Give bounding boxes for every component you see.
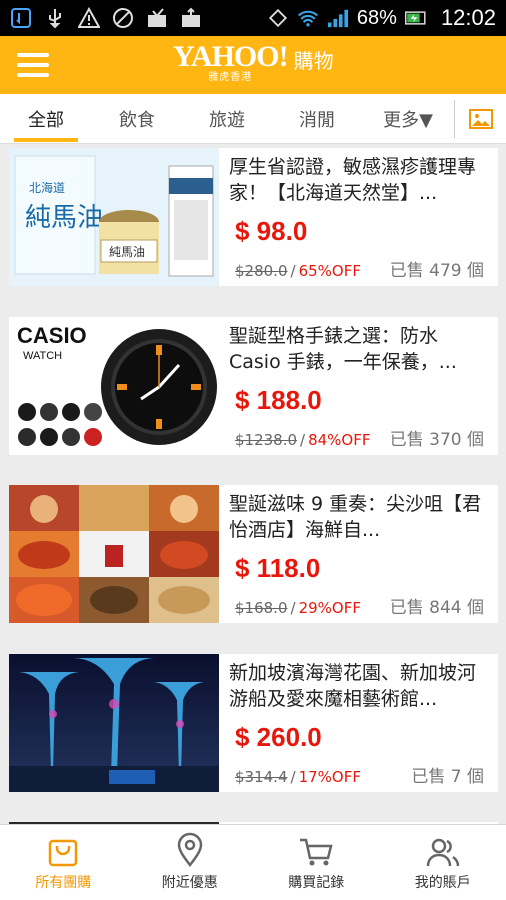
warning-icon bbox=[78, 7, 100, 29]
brand-name: YAHOO! bbox=[173, 40, 289, 73]
wifi-icon bbox=[297, 7, 319, 29]
image-icon bbox=[469, 109, 493, 129]
deal-thumbnail bbox=[9, 654, 219, 792]
tab-label: 更多▼ bbox=[383, 109, 433, 131]
deal-thumbnail: 北海道 純馬油 純馬油 bbox=[9, 148, 219, 286]
nav-label: 我的賬戶 bbox=[414, 875, 471, 891]
sold-count: 已售 844 個 bbox=[389, 598, 484, 618]
original-price: $1238.0 bbox=[235, 431, 298, 449]
cart-icon bbox=[300, 838, 333, 866]
discount-badge: 29%OFF bbox=[298, 599, 361, 617]
tab-leisure[interactable]: 消閒 bbox=[272, 94, 362, 144]
download-icon bbox=[146, 7, 168, 29]
nav-label: 所有團購 bbox=[35, 875, 92, 891]
location-pin-icon bbox=[177, 832, 203, 868]
deal-title: 聖誕滋味 9 重奏：尖沙咀【君怡酒店】海鮮自... bbox=[229, 493, 482, 541]
clock: 12:02 bbox=[440, 5, 496, 30]
account-icon bbox=[426, 838, 459, 867]
deal-thumbnail: CASIO WATCH bbox=[9, 317, 219, 455]
vibrate-icon bbox=[267, 7, 289, 29]
discount-badge: 17%OFF bbox=[298, 768, 361, 786]
deal-title: 聖誕型格手錶之選：防水Casio 手錶，一年保養，... bbox=[229, 325, 457, 373]
tab-divider bbox=[454, 100, 455, 138]
brand-subtitle: 雅虎香港 bbox=[208, 72, 253, 83]
deal-thumbnail bbox=[9, 485, 219, 623]
sold-count: 已售 479 個 bbox=[389, 261, 484, 281]
category-tabs: 全部 飲食 旅遊 消閒 更多▼ bbox=[0, 94, 506, 144]
blocked-icon bbox=[112, 7, 134, 29]
deal-card[interactable]: 聖誕滋味 9 重奏：尖沙咀【君怡酒店】海鮮自... $ 118.0 $168.0… bbox=[9, 485, 498, 623]
status-bar: 68% 12:02 bbox=[0, 0, 506, 36]
sold-count: 已售 370 個 bbox=[389, 430, 484, 450]
tab-all[interactable]: 全部 bbox=[0, 94, 92, 144]
bag-icon bbox=[49, 839, 78, 867]
battery-charging-icon bbox=[404, 7, 427, 29]
app-bar: YAHOO! 雅虎香港 購物 bbox=[0, 36, 506, 94]
nav-label: 附近優惠 bbox=[161, 875, 218, 891]
nav-my-account[interactable]: 我的賬戶 bbox=[380, 825, 506, 900]
discount-badge: 65%OFF bbox=[298, 262, 361, 280]
sold-count: 已售 7 個 bbox=[411, 767, 484, 787]
menu-icon-bar bbox=[17, 53, 49, 57]
deal-card[interactable]: 新加坡濱海灣花園、新加坡河游船及愛來魔相藝術館... $ 260.0 $314.… bbox=[9, 654, 498, 792]
menu-button[interactable] bbox=[0, 36, 66, 94]
deal-card[interactable]: 北海道 純馬油 純馬油 厚生省認證，敏感濕疹護理專家！【北海道天然堂】... $… bbox=[9, 148, 498, 286]
menu-icon-bar bbox=[17, 73, 49, 77]
deal-price: $ 98.0 bbox=[235, 216, 308, 246]
nav-purchase-history[interactable]: 購買記錄 bbox=[253, 825, 380, 900]
bottom-nav: 所有團購 附近優惠 購買記錄 我的賬戶 bbox=[0, 824, 506, 900]
deal-title: 新加坡濱海灣花園、新加坡河游船及愛來魔相藝術館... bbox=[229, 662, 477, 710]
original-price: $168.0 bbox=[235, 599, 288, 617]
tab-label: 旅遊 bbox=[209, 109, 245, 131]
deal-price: $ 188.0 bbox=[235, 385, 322, 415]
image-view-button[interactable] bbox=[456, 94, 506, 144]
deal-card[interactable]: CASIO WATCH 聖誕型格手錶之選：防水Casio 手錶，一年保養，... bbox=[9, 317, 498, 455]
touch-icon bbox=[10, 7, 32, 29]
tab-label: 消閒 bbox=[299, 109, 335, 131]
yahoo-logo: YAHOO! 雅虎香港 購物 bbox=[173, 42, 334, 84]
discount-badge: 84%OFF bbox=[308, 431, 371, 449]
nav-nearby[interactable]: 附近優惠 bbox=[127, 825, 254, 900]
svg-text:北海道: 北海道 bbox=[29, 180, 65, 195]
nav-label: 購買記錄 bbox=[288, 875, 345, 891]
upload-icon bbox=[180, 7, 202, 29]
thumb-watch-text: WATCH bbox=[23, 350, 62, 362]
original-price: $314.4 bbox=[235, 768, 288, 786]
deal-list: 北海道 純馬油 純馬油 厚生省認證，敏感濕疹護理專家！【北海道天然堂】... $… bbox=[0, 144, 506, 824]
thumb-casio-text: CASIO bbox=[17, 323, 87, 348]
tab-label: 飲食 bbox=[119, 109, 155, 131]
thumb-jar-text: 純馬油 bbox=[109, 245, 145, 259]
battery-percent: 68% bbox=[356, 6, 397, 29]
tab-travel[interactable]: 旅遊 bbox=[182, 94, 272, 144]
deal-price: $ 260.0 bbox=[235, 722, 322, 752]
tab-food[interactable]: 飲食 bbox=[92, 94, 182, 144]
thumb-brand-text: 純馬油 bbox=[25, 203, 103, 233]
usb-icon bbox=[44, 7, 66, 29]
tab-label: 全部 bbox=[28, 109, 64, 131]
original-price: $280.0 bbox=[235, 262, 288, 280]
deal-price: $ 118.0 bbox=[235, 553, 321, 583]
menu-icon-bar bbox=[17, 63, 49, 67]
nav-all-deals[interactable]: 所有團購 bbox=[0, 825, 127, 900]
tab-more[interactable]: 更多▼ bbox=[362, 94, 454, 144]
page-title: 購物 bbox=[293, 49, 334, 73]
deal-title: 厚生省認證，敏感濕疹護理專家！【北海道天然堂】... bbox=[229, 156, 477, 204]
signal-icon bbox=[327, 7, 349, 29]
